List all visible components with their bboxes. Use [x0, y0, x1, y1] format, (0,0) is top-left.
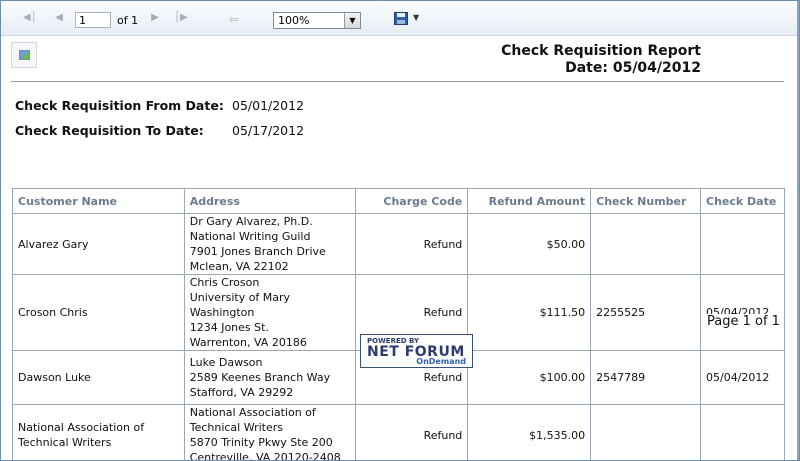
requisition-table: Customer Name Address Charge Code Refund…: [12, 188, 785, 460]
header-charge-code: Charge Code: [355, 188, 469, 214]
check-date-cell: 05/04/2012: [700, 274, 785, 351]
report-toolbar: ◀│ ◀ 1 of 1 ▶ │▶ ⇦ 100% ▼ ▼: [1, 1, 799, 36]
report-image-icon: [11, 42, 37, 68]
check-number-cell: 2255525: [590, 274, 701, 351]
to-date-label: Check Requisition To Date:: [15, 123, 204, 138]
netforum-logo: POWERED BY NET FORUM OnDemand: [360, 334, 473, 368]
report-header: Check Requisition Report Date: 05/04/201…: [501, 43, 701, 77]
header-customer-name: Customer Name: [12, 188, 185, 214]
address-cell: Dr Gary Alvarez, Ph.D. National Writing …: [183, 213, 357, 275]
header-divider: [11, 81, 784, 82]
table-row: Alvarez Gary Dr Gary Alvarez, Ph.D. Nati…: [12, 213, 785, 275]
report-title: Check Requisition Report: [501, 43, 701, 59]
check-date-cell: [700, 404, 785, 460]
check-number-cell: [590, 213, 701, 275]
address-cell: Chris Croson University of Mary Washingt…: [183, 274, 357, 351]
customer-name-cell: Croson Chris: [12, 274, 185, 351]
last-page-icon[interactable]: │▶: [174, 13, 188, 23]
customer-name-cell: Alvarez Gary: [12, 213, 185, 275]
page-count-label: of 1: [117, 14, 139, 27]
address-cell: National Association of Technical Writer…: [183, 404, 357, 460]
refund-amount-cell: $100.00: [467, 350, 592, 405]
header-check-date: Check Date: [700, 188, 785, 214]
report-viewer-window: ◀│ ◀ 1 of 1 ▶ │▶ ⇦ 100% ▼ ▼ Check Requis…: [0, 0, 800, 461]
check-number-cell: 2547789: [590, 350, 701, 405]
page-number-input[interactable]: 1: [75, 12, 111, 28]
edition-text: OnDemand: [416, 357, 466, 366]
report-date: Date: 05/04/2012: [565, 60, 701, 76]
check-date-cell: [700, 213, 785, 275]
check-date-cell: 05/04/2012: [700, 350, 785, 405]
charge-code-cell: Refund: [355, 213, 469, 275]
first-page-icon[interactable]: ◀│: [23, 13, 37, 23]
table-header-row: Customer Name Address Charge Code Refund…: [12, 188, 785, 214]
header-refund-amount: Refund Amount: [467, 188, 592, 214]
refund-amount-cell: $1,535.00: [467, 404, 592, 460]
charge-code-cell: Refund: [355, 404, 469, 460]
chevron-down-icon[interactable]: ▼: [344, 13, 360, 28]
header-address: Address: [183, 188, 357, 214]
refund-amount-cell: $50.00: [467, 213, 592, 275]
header-check-number: Check Number: [590, 188, 701, 214]
save-dropdown-icon[interactable]: ▼: [413, 13, 419, 22]
refund-amount-cell: $111.50: [467, 274, 592, 351]
back-icon[interactable]: ⇦: [229, 13, 238, 26]
page-indicator: Page 1 of 1: [707, 314, 780, 329]
check-number-cell: [590, 404, 701, 460]
address-cell: Luke Dawson 2589 Keenes Branch Way Staff…: [183, 350, 357, 405]
from-date-value: 05/01/2012: [232, 98, 305, 113]
from-date-label: Check Requisition From Date:: [15, 98, 224, 113]
next-page-icon[interactable]: ▶: [149, 13, 161, 23]
zoom-select[interactable]: 100% ▼: [273, 12, 361, 29]
previous-page-icon[interactable]: ◀: [53, 13, 65, 23]
save-icon[interactable]: [394, 12, 408, 25]
customer-name-cell: Dawson Luke: [12, 350, 185, 405]
zoom-value: 100%: [278, 14, 310, 27]
to-date-value: 05/17/2012: [232, 123, 305, 138]
customer-name-cell: National Association of Technical Writer…: [12, 404, 185, 460]
table-row: National Association of Technical Writer…: [12, 404, 785, 460]
